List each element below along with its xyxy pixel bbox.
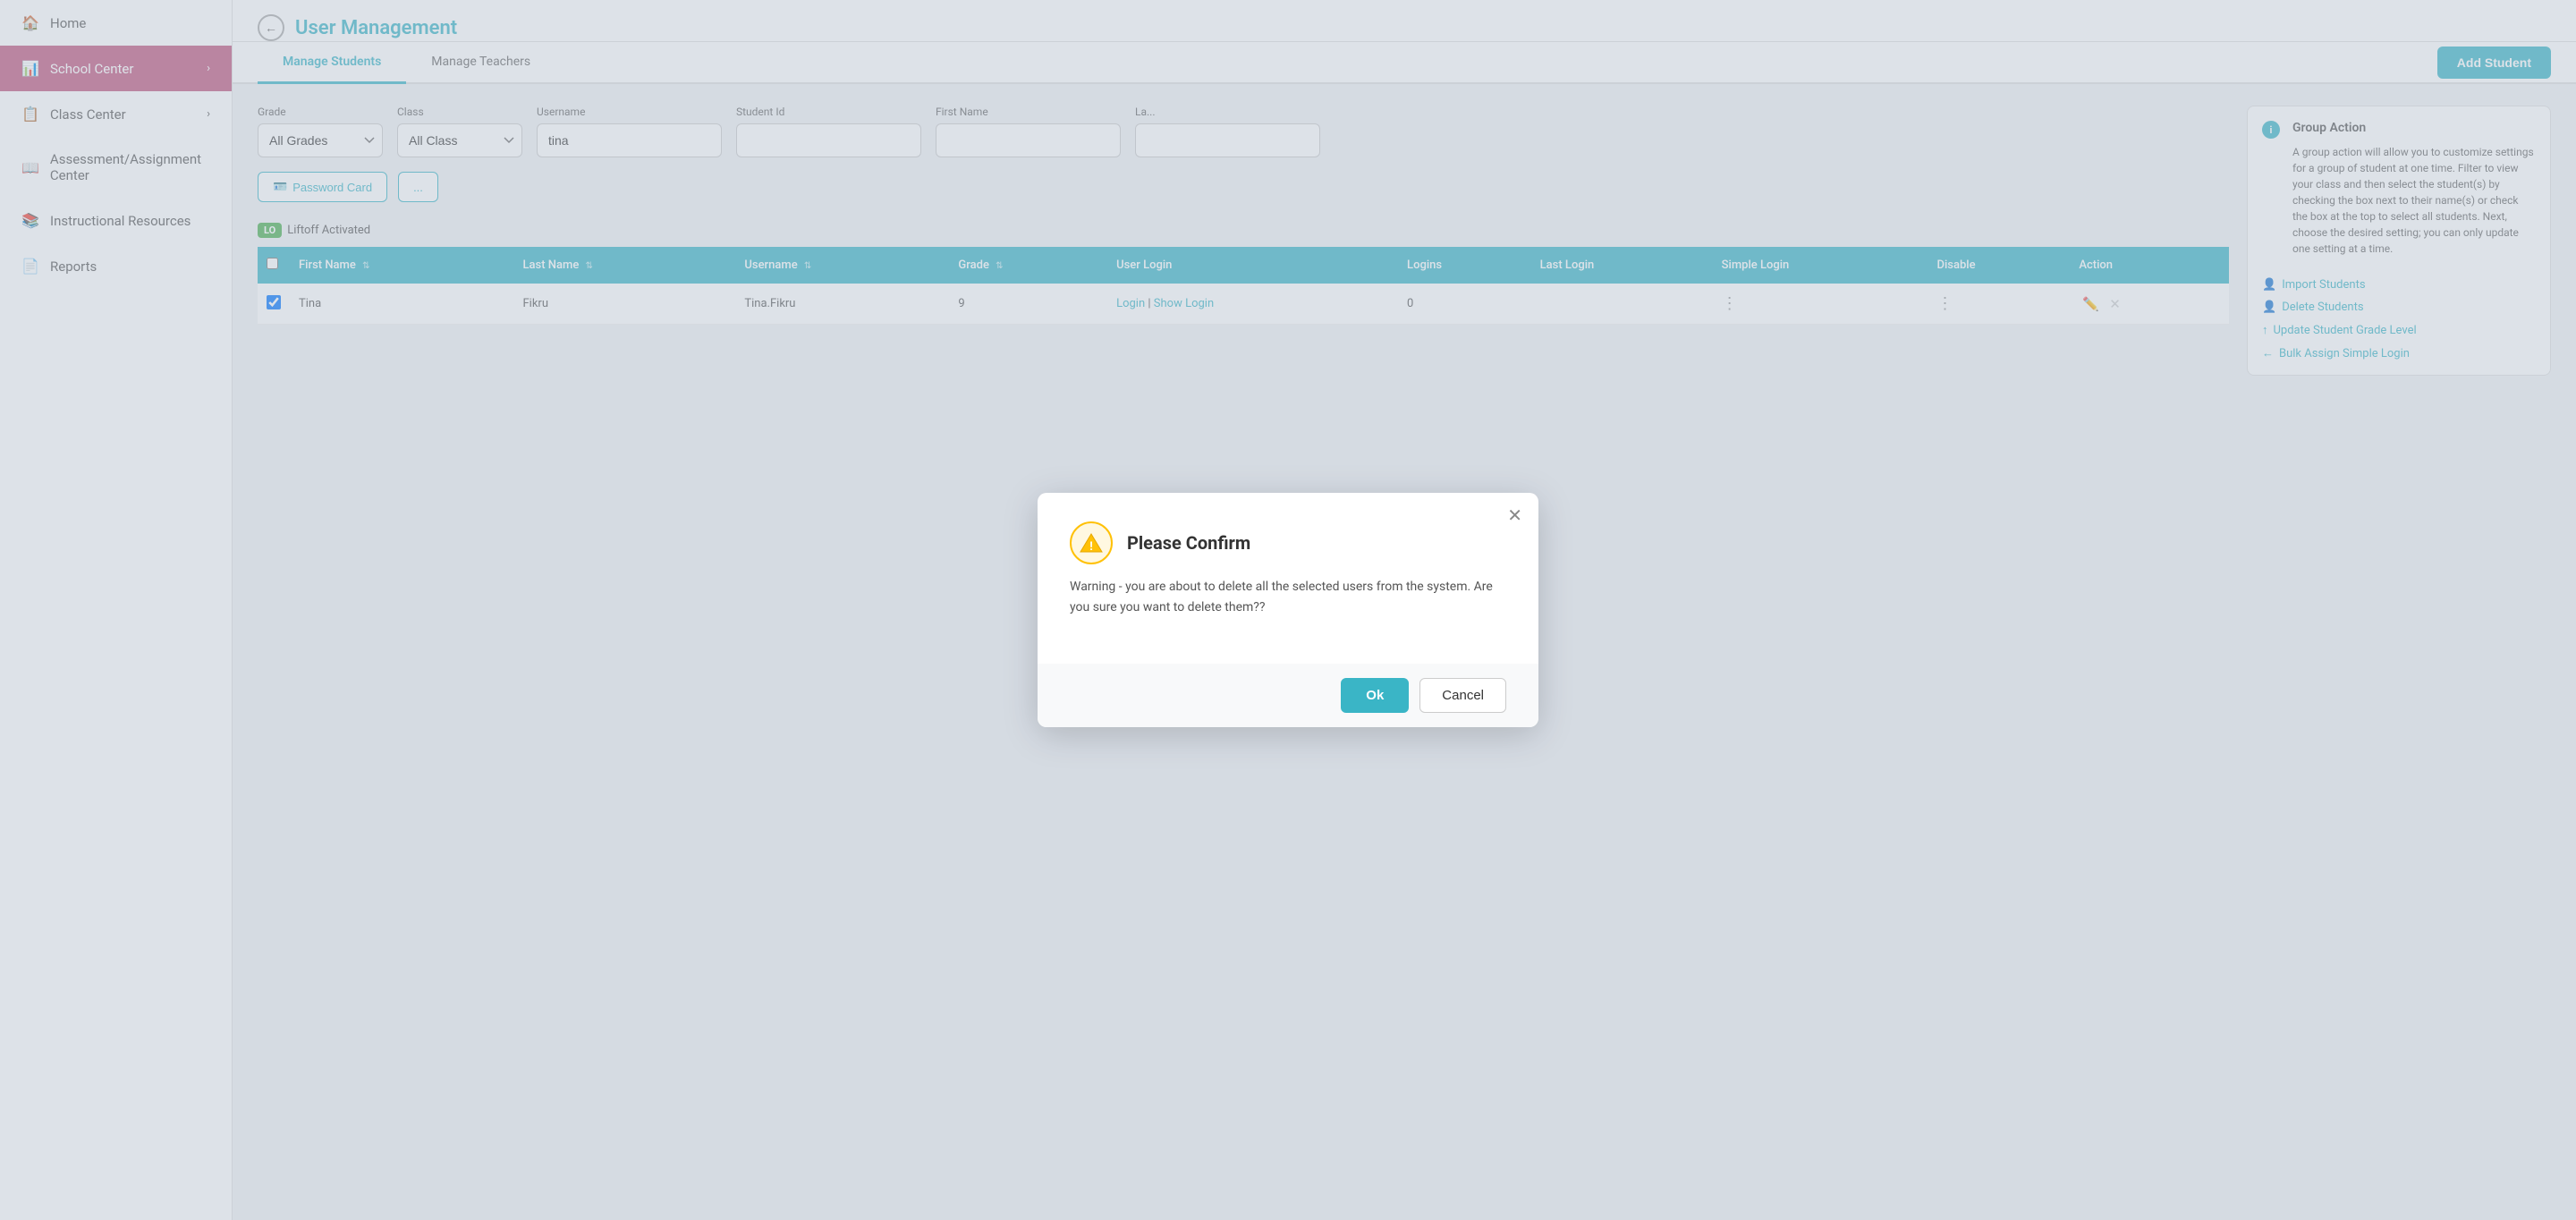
close-icon: ✕ (1507, 506, 1522, 526)
svg-text:!: ! (1089, 540, 1093, 554)
modal-body: ✕ ! Please Confirm Warning - you are abo… (1038, 493, 1538, 664)
modal-footer: Ok Cancel (1038, 664, 1538, 727)
modal-cancel-button[interactable]: Cancel (1419, 678, 1506, 713)
modal-title-row: ! Please Confirm (1070, 521, 1506, 564)
warning-icon-circle: ! (1070, 521, 1113, 564)
modal-overlay[interactable]: ✕ ! Please Confirm Warning - you are abo… (0, 0, 2576, 1220)
confirm-modal: ✕ ! Please Confirm Warning - you are abo… (1038, 493, 1538, 727)
modal-ok-button[interactable]: Ok (1341, 678, 1409, 713)
warning-triangle-icon: ! (1079, 530, 1104, 555)
modal-title: Please Confirm (1127, 532, 1250, 554)
modal-description: Warning - you are about to delete all th… (1070, 577, 1506, 617)
modal-close-button[interactable]: ✕ (1507, 507, 1522, 525)
